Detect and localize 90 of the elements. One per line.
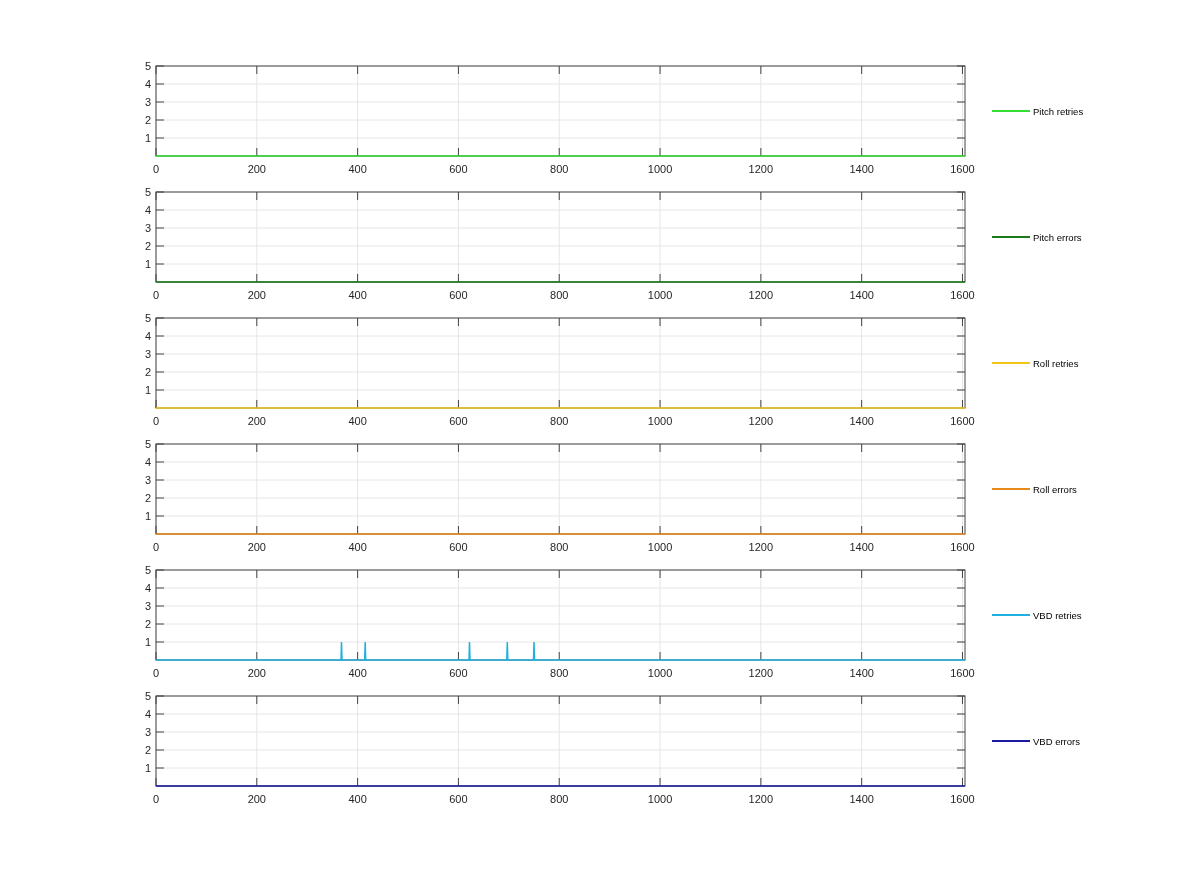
tick-label: 0 bbox=[152, 667, 160, 679]
tick-label: 600 bbox=[449, 541, 468, 553]
tick-label: 400 bbox=[348, 163, 367, 175]
tick-label: 5 bbox=[144, 438, 151, 450]
tick-label: 1000 bbox=[647, 541, 673, 553]
tick-label: 2 bbox=[144, 240, 151, 252]
tick-label: 1400 bbox=[849, 289, 874, 301]
tick-label: 1600 bbox=[950, 289, 975, 301]
tick-label: 1 bbox=[144, 762, 151, 774]
tick-label: 1600 bbox=[950, 793, 975, 805]
tick-label: 400 bbox=[348, 415, 367, 427]
tick-label: 800 bbox=[550, 289, 569, 301]
tick-label: 600 bbox=[449, 667, 468, 679]
tick-label: 600 bbox=[449, 163, 468, 175]
tick-label: 1400 bbox=[849, 667, 874, 679]
legend-label: Roll retries bbox=[1033, 358, 1079, 369]
tick-label: 1 bbox=[144, 258, 151, 270]
tick-label: 1200 bbox=[748, 415, 774, 427]
tick-label: 400 bbox=[348, 541, 367, 553]
legend-label: VBD errors bbox=[1033, 736, 1080, 747]
tick-label: 2 bbox=[144, 744, 151, 756]
tick-label: 4 bbox=[144, 582, 151, 594]
tick-label: 0 bbox=[152, 415, 160, 427]
tick-label: 0 bbox=[152, 289, 160, 301]
tick-label: 800 bbox=[550, 163, 569, 175]
tick-label: 4 bbox=[144, 708, 151, 720]
tick-label: 0 bbox=[152, 163, 160, 175]
tick-label: 400 bbox=[348, 289, 367, 301]
tick-label: 1000 bbox=[647, 163, 673, 175]
tick-label: 2 bbox=[144, 366, 151, 378]
tick-label: 1400 bbox=[849, 415, 874, 427]
tick-label: 1000 bbox=[647, 415, 673, 427]
tick-label: 3 bbox=[144, 474, 151, 486]
tick-label: 800 bbox=[550, 541, 569, 553]
tick-label: 200 bbox=[247, 541, 266, 553]
tick-label: 600 bbox=[449, 793, 468, 805]
tick-label: 5 bbox=[144, 312, 151, 324]
tick-label: 4 bbox=[144, 330, 151, 342]
tick-label: 0 bbox=[152, 793, 160, 805]
tick-label: 200 bbox=[247, 415, 266, 427]
tick-label: 1200 bbox=[748, 793, 774, 805]
tick-label: 3 bbox=[144, 96, 151, 108]
tick-label: 3 bbox=[144, 726, 151, 738]
tick-label: 1600 bbox=[950, 541, 975, 553]
tick-label: 1 bbox=[144, 636, 151, 648]
tick-label: 200 bbox=[247, 289, 266, 301]
tick-label: 1600 bbox=[950, 667, 975, 679]
tick-label: 800 bbox=[550, 793, 569, 805]
tick-label: 1600 bbox=[950, 163, 975, 175]
legend-label: Roll errors bbox=[1033, 484, 1077, 495]
tick-label: 5 bbox=[144, 60, 151, 72]
tick-label: 1200 bbox=[748, 667, 774, 679]
tick-label: 200 bbox=[247, 163, 266, 175]
tick-label: 1200 bbox=[748, 289, 774, 301]
tick-label: 4 bbox=[144, 204, 151, 216]
tick-label: 1400 bbox=[849, 541, 874, 553]
tick-label: 800 bbox=[550, 415, 569, 427]
tick-label: 1200 bbox=[748, 163, 774, 175]
tick-label: 0 bbox=[152, 541, 160, 553]
legend-label: VBD retries bbox=[1033, 610, 1082, 621]
tick-label: 1 bbox=[144, 384, 151, 396]
tick-label: 2 bbox=[144, 618, 151, 630]
tick-label: 400 bbox=[348, 667, 367, 679]
tick-label: 600 bbox=[449, 415, 468, 427]
tick-label: 1400 bbox=[849, 793, 874, 805]
tick-label: 1000 bbox=[647, 793, 673, 805]
tick-label: 600 bbox=[449, 289, 468, 301]
tick-label: 200 bbox=[247, 667, 266, 679]
tick-label: 2 bbox=[144, 492, 151, 504]
tick-label: 1200 bbox=[748, 541, 774, 553]
legend-label: Pitch errors bbox=[1033, 232, 1082, 243]
tick-label: 1 bbox=[144, 510, 151, 522]
tick-label: 1000 bbox=[647, 667, 673, 679]
tick-label: 5 bbox=[144, 564, 151, 576]
tick-label: 3 bbox=[144, 348, 151, 360]
tick-label: 200 bbox=[247, 793, 266, 805]
tick-label: 1000 bbox=[647, 289, 673, 301]
tick-label: 2 bbox=[144, 114, 151, 126]
tick-label: 800 bbox=[550, 667, 569, 679]
tick-label: 4 bbox=[144, 78, 151, 90]
tick-label: 5 bbox=[144, 186, 151, 198]
legend-label: Pitch retries bbox=[1033, 106, 1084, 117]
tick-label: 3 bbox=[144, 600, 151, 612]
tick-label: 1600 bbox=[950, 415, 975, 427]
tick-label: 3 bbox=[144, 222, 151, 234]
tick-label: 400 bbox=[348, 793, 367, 805]
tick-label: 1 bbox=[144, 132, 151, 144]
tick-label: 4 bbox=[144, 456, 151, 468]
tick-label: 5 bbox=[144, 690, 151, 702]
tick-label: 1400 bbox=[849, 163, 874, 175]
